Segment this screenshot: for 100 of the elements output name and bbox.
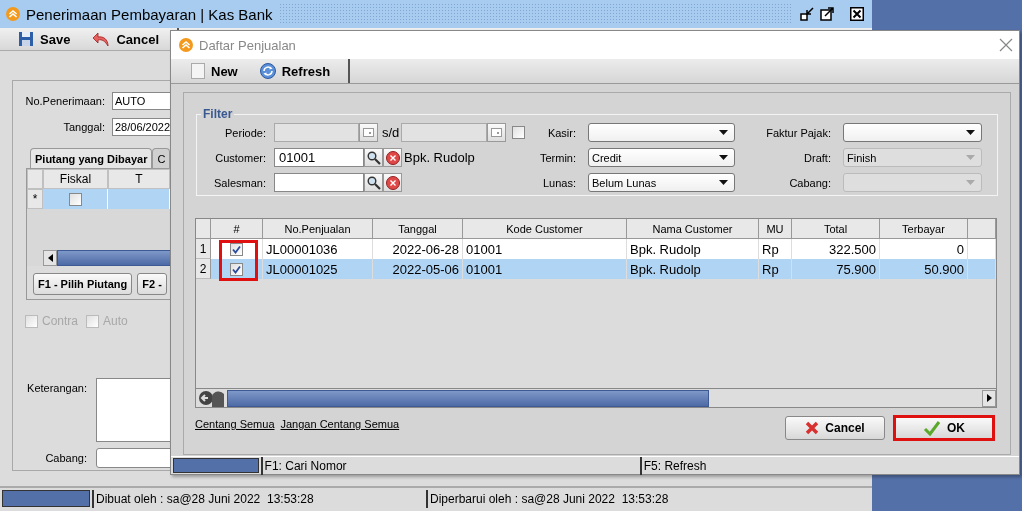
tab[interactable]: Piutang yang Dibayar (30, 148, 153, 168)
column-header: Tanggal (373, 219, 463, 239)
status-text: F5: Refresh (642, 458, 708, 473)
field-label: Keterangan: (26, 382, 87, 394)
table-cell: 0 (880, 239, 968, 259)
scrollbar[interactable] (196, 388, 996, 407)
close-icon (850, 7, 864, 21)
action-button[interactable]: F2 - (137, 273, 168, 295)
window-title: Penerimaan Pembayaran | Kas Bank (26, 5, 273, 23)
dropdown[interactable]: Credit (588, 148, 735, 167)
table-cell: 75.900 (792, 259, 880, 279)
table-cell: Bpk. Rudolp (627, 259, 759, 279)
link[interactable]: Centang Semua (195, 418, 275, 430)
clear-button[interactable] (383, 148, 402, 167)
date-field[interactable] (274, 123, 359, 142)
link[interactable]: Jangan Centang Semua (280, 418, 400, 430)
checkbox[interactable] (230, 262, 243, 276)
tick-icon (232, 244, 241, 254)
group-title: Filter (202, 107, 234, 121)
caret-icon (719, 155, 728, 160)
caret-icon (966, 155, 975, 160)
table-cell: Bpk. Rudolp (627, 239, 759, 259)
logo-icon (179, 38, 193, 52)
restore-icon (800, 7, 814, 21)
right-arrow-icon (986, 394, 992, 402)
refresh-icon (259, 63, 276, 79)
row-number: 1 (196, 239, 211, 259)
clear-icon (385, 175, 400, 190)
check-icon (923, 420, 941, 436)
dialog-title: Daftar Penjualan (199, 37, 297, 53)
caret-icon (966, 180, 975, 185)
field-label: Kasir: (546, 126, 576, 139)
field-label: Faktur Pajak: (765, 126, 831, 139)
calendar-button[interactable] (359, 123, 378, 142)
table-cell: 01001 (463, 259, 627, 279)
table-cell: JL00001036 (263, 239, 373, 259)
date-field[interactable] (401, 123, 488, 142)
field-label: Periode: (224, 126, 266, 139)
column-header: Fiskal (43, 169, 108, 189)
dropdown[interactable] (843, 123, 982, 142)
row-number: 2 (196, 259, 211, 279)
calendar-button[interactable] (487, 123, 507, 142)
column-header: Terbayar (880, 219, 968, 239)
field-label: No.Penerimaan: (25, 95, 105, 107)
column-header: # (211, 219, 263, 239)
cancel-button[interactable]: Cancel (785, 416, 885, 440)
checkbox[interactable] (512, 126, 526, 139)
table-cell: Rp (759, 259, 792, 279)
search-button[interactable] (364, 148, 383, 167)
row-header (27, 169, 43, 189)
field-label: Cabang: (44, 452, 87, 464)
cross-icon (805, 421, 820, 435)
table-cell: 2022-05-06 (373, 259, 463, 279)
column-header: Total (792, 219, 880, 239)
input-field[interactable] (274, 173, 364, 192)
action-button[interactable]: F1 - Pilih Piutang (33, 273, 133, 295)
tick-icon (232, 264, 241, 274)
table-cell: Rp (759, 239, 792, 259)
tab[interactable]: C (152, 148, 171, 168)
undo-arrow-icon (92, 31, 111, 47)
field-label: Tanggal: (62, 121, 105, 133)
field-label: Salesman: (213, 176, 266, 189)
ok-button[interactable]: OK (893, 415, 995, 441)
calendar-icon (491, 128, 503, 137)
status-text: Dibuat oleh : sa@28 Juni 2022 13:53:28 (95, 491, 315, 506)
field-label: Termin: (538, 151, 576, 164)
column-header: No.Penjualan (263, 219, 373, 239)
dropdown[interactable]: Belum Lunas (588, 173, 735, 192)
refresh-button[interactable]: Refresh (255, 61, 335, 81)
input-field[interactable]: 01001 (274, 148, 364, 167)
row-marker: * (27, 189, 43, 209)
column-header: MU (759, 219, 792, 239)
clear-icon (385, 150, 400, 165)
field-label: Cabang: (788, 176, 831, 189)
logo-icon (6, 7, 20, 21)
search-icon (366, 175, 381, 190)
caret-icon (719, 130, 728, 135)
customer-name: Bpk. Rudolp (404, 150, 475, 165)
table-cell: JL00001025 (263, 259, 373, 279)
cancel-button[interactable]: Cancel (88, 29, 163, 49)
floppy-icon (18, 31, 34, 47)
new-button[interactable]: New (187, 61, 242, 81)
save-button[interactable]: Save (14, 29, 75, 49)
column-header: Nama Customer (627, 219, 759, 239)
column-header: T (108, 169, 170, 189)
table-cell: 2022-06-28 (373, 239, 463, 259)
search-button[interactable] (364, 173, 383, 192)
table-cell: 322.500 (792, 239, 880, 259)
search-icon (366, 150, 381, 165)
calendar-icon (363, 128, 374, 137)
field-label: Customer: (214, 151, 266, 164)
field-label: Lunas: (541, 176, 576, 189)
table-cell: 50.900 (880, 259, 968, 279)
field-label: Draft: (803, 151, 831, 164)
close-icon[interactable] (999, 38, 1013, 52)
caret-icon (966, 130, 975, 135)
clear-button[interactable] (383, 173, 402, 192)
checkbox[interactable] (68, 192, 82, 206)
dropdown[interactable] (588, 123, 735, 142)
range-separator: s/d (382, 125, 400, 140)
